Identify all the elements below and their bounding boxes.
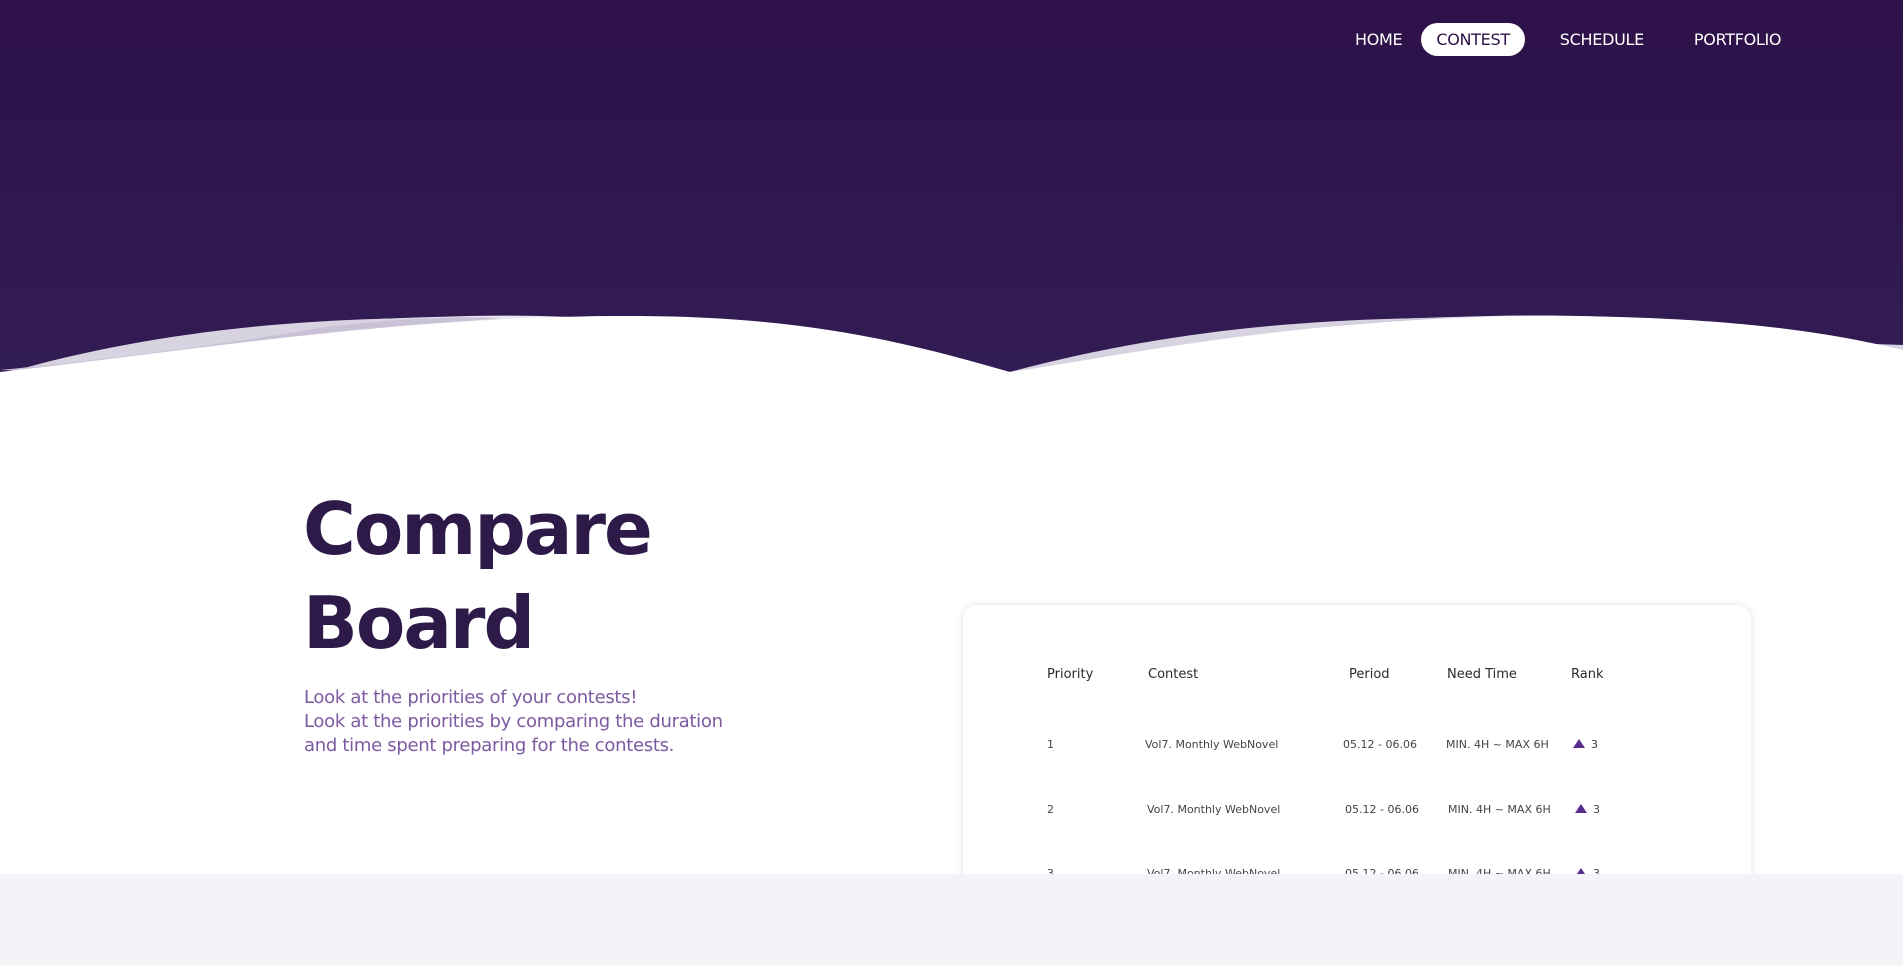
row-rank: 3 [1573,738,1598,751]
row-priority: 1 [1047,738,1054,751]
row-need-time: MIN. 4H ~ MAX 6H [1448,803,1551,816]
description-line1: Look at the priorities of your contests! [304,687,638,708]
header-period[interactable]: Period [1349,667,1390,682]
row-rank-value: 3 [1593,803,1600,816]
nav-home-link[interactable]: HOME [1340,23,1417,56]
nav-schedule-link[interactable]: SCHEDULE [1545,23,1659,56]
row-priority: 2 [1047,803,1054,816]
description-line2: Look at the priorities by comparing the … [304,711,723,732]
compare-board-card: Priority Contest Period Need Time Rank 1… [963,605,1751,905]
main-nav: HOME CONTEST SCHEDULE PORTFOLIO [1340,23,1801,56]
row-need-time: MIN. 4H ~ MAX 6H [1446,738,1549,751]
page-title-line1: Compare [303,487,653,571]
triangle-up-icon [1573,739,1585,748]
table-row[interactable]: 1 Vol7. Monthly WebNovel 05.12 - 06.06 M… [963,738,1751,758]
hero-wave-decoration [0,315,1903,400]
row-rank: 3 [1575,803,1600,816]
triangle-up-icon [1575,804,1587,813]
page-title: Compare Board [303,482,803,670]
header-priority[interactable]: Priority [1047,667,1093,682]
header-rank[interactable]: Rank [1571,667,1603,682]
row-period: 05.12 - 06.06 [1343,738,1417,751]
header-need-time[interactable]: Need Time [1447,667,1517,682]
description-line3: and time spent preparing for the contest… [304,735,675,756]
board-header-row: Priority Contest Period Need Time Rank [963,667,1751,687]
table-row[interactable]: 2 Vol7. Monthly WebNovel 05.12 - 06.06 M… [963,803,1751,823]
row-contest: Vol7. Monthly WebNovel [1147,803,1281,816]
row-rank-value: 3 [1591,738,1598,751]
page-description: Look at the priorities of your contests!… [304,686,764,758]
page-title-line2: Board [303,581,535,665]
nav-contest-link[interactable]: CONTEST [1421,23,1525,56]
row-period: 05.12 - 06.06 [1345,803,1419,816]
hero-header: HOME CONTEST SCHEDULE PORTFOLIO [0,0,1903,400]
header-contest[interactable]: Contest [1148,667,1198,682]
footer-band [0,874,1903,965]
nav-portfolio-link[interactable]: PORTFOLIO [1679,23,1796,56]
row-contest: Vol7. Monthly WebNovel [1145,738,1279,751]
